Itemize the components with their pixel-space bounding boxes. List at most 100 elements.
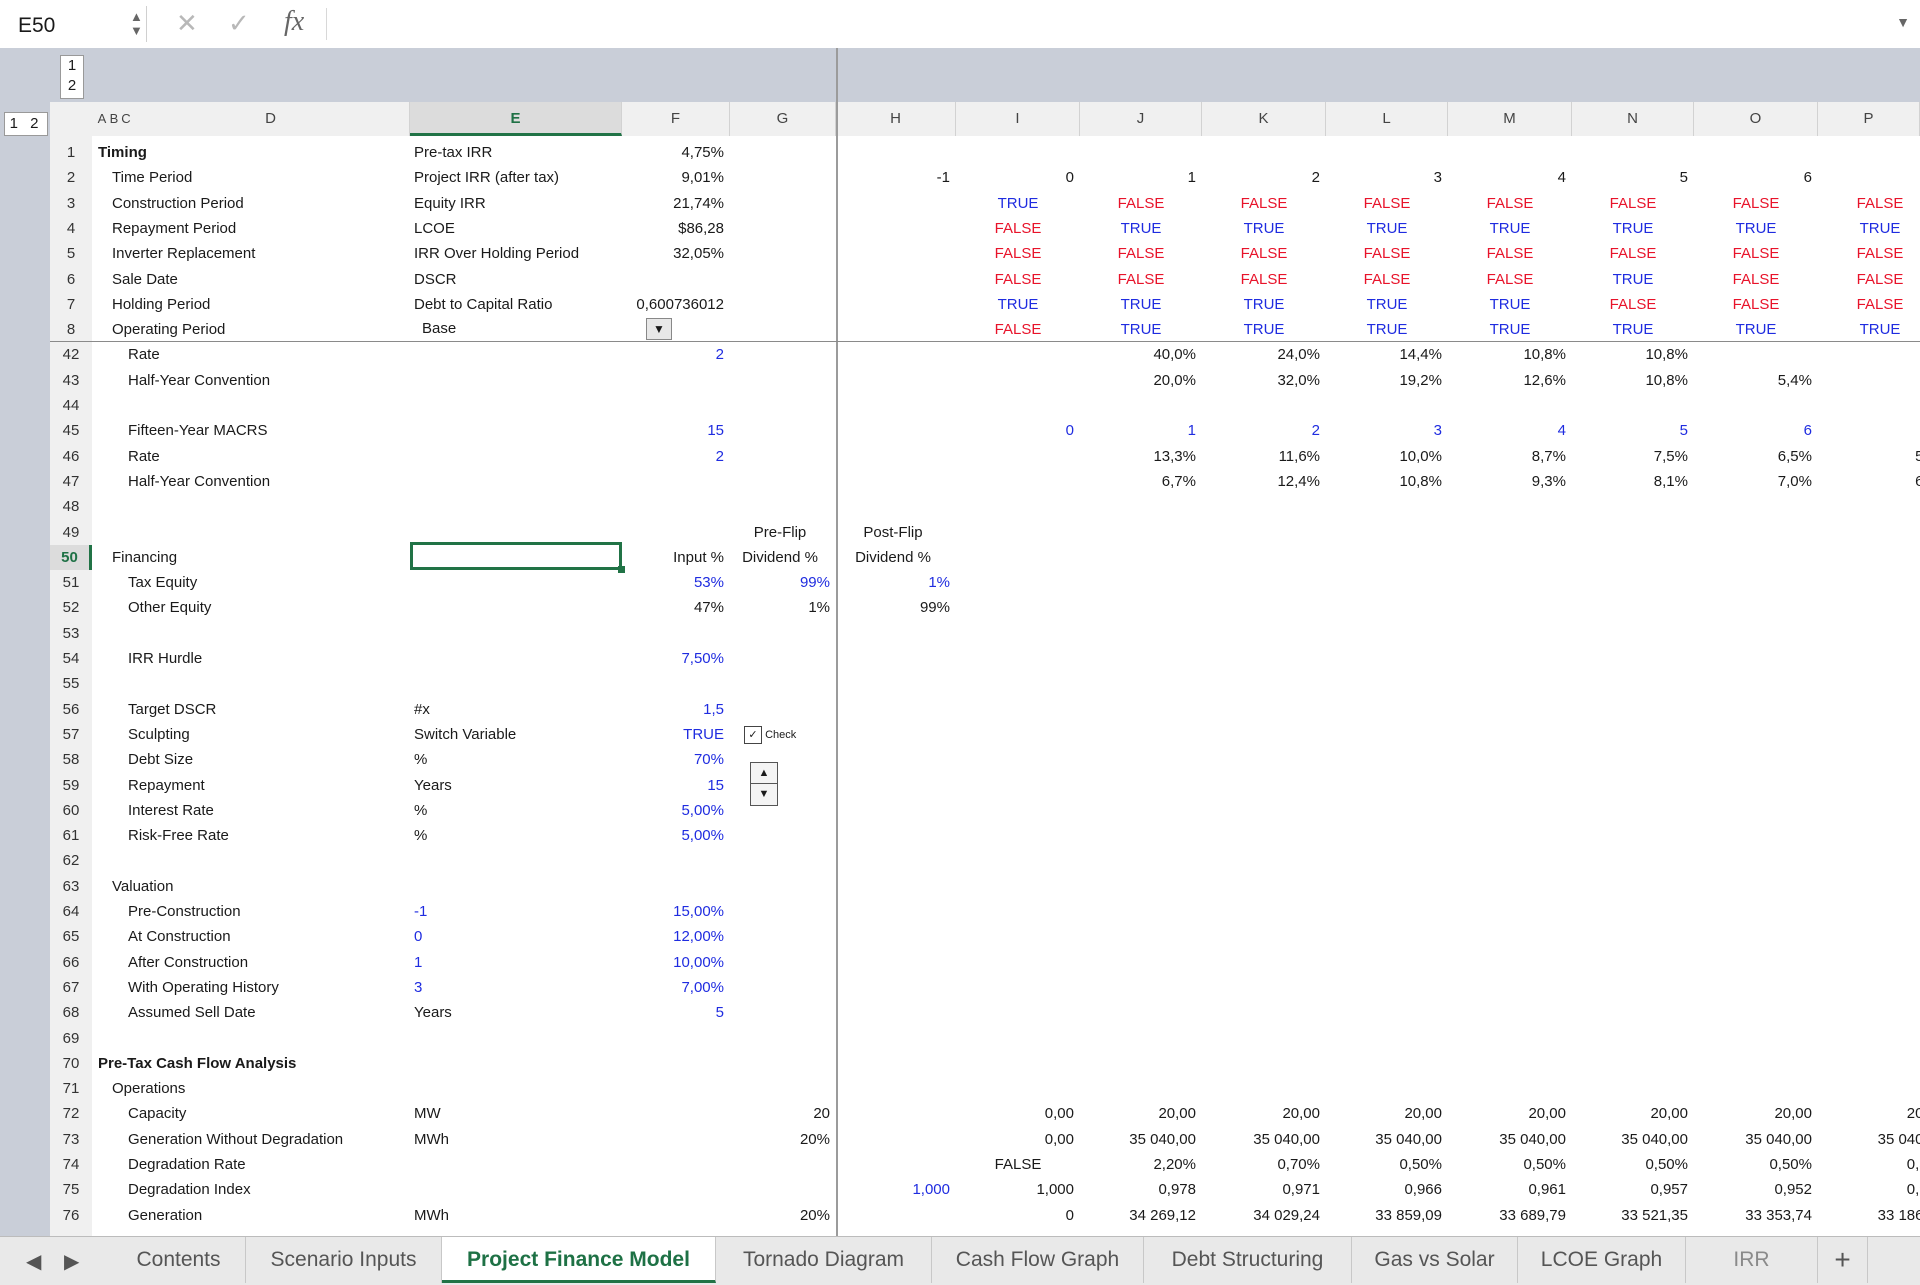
cell-i5[interactable]: FALSE (956, 241, 1080, 266)
cell-o4[interactable]: TRUE (1694, 216, 1818, 241)
sheet-tab-tornado-diagram[interactable]: Tornado Diagram (716, 1237, 932, 1283)
cell-c54[interactable]: IRR Hurdle (128, 646, 202, 671)
scenario-dropdown-value[interactable]: Base (422, 320, 456, 337)
cell-f7[interactable]: 0,600736012 (622, 292, 724, 317)
cell-o2[interactable]: 6 (1694, 165, 1812, 190)
cell-i4[interactable]: FALSE (956, 216, 1080, 241)
spin-up-icon[interactable]: ▲ (751, 763, 777, 784)
cell-n43[interactable]: 10,8% (1572, 368, 1688, 393)
cell-l43[interactable]: 19,2% (1326, 368, 1442, 393)
column-header-b[interactable]: B (108, 102, 120, 136)
cell-m76[interactable]: 33 689,79 (1448, 1203, 1566, 1228)
sheet-tab-scenario-inputs[interactable]: Scenario Inputs (246, 1237, 442, 1283)
cell-f3[interactable]: 21,74% (622, 191, 724, 216)
cell-o7[interactable]: FALSE (1694, 292, 1818, 317)
row-header-44[interactable]: 44 (50, 393, 92, 418)
cell-p76[interactable]: 33 186,5 (1818, 1203, 1920, 1228)
cell-m46[interactable]: 8,7% (1448, 444, 1566, 469)
cell-o47[interactable]: 7,0% (1694, 469, 1812, 494)
cell-h50[interactable]: Dividend % (836, 545, 950, 570)
cell-o45[interactable]: 6 (1694, 418, 1812, 443)
cell-h2[interactable]: -1 (836, 165, 950, 190)
row-header-75[interactable]: 75 (50, 1177, 92, 1202)
cell-n72[interactable]: 20,00 (1572, 1101, 1688, 1126)
cell-l74[interactable]: 0,50% (1326, 1152, 1442, 1177)
cell-c51[interactable]: Tax Equity (128, 570, 197, 595)
name-box[interactable]: E50 ▲ ▼ (2, 6, 147, 42)
cell-f45[interactable]: 15 (622, 418, 724, 443)
cell-b5[interactable]: Inverter Replacement (112, 241, 255, 266)
cell-k43[interactable]: 32,0% (1202, 368, 1320, 393)
cell-n8[interactable]: TRUE (1572, 317, 1694, 342)
column-header-f[interactable]: F (622, 102, 730, 136)
cell-c42[interactable]: Rate (128, 342, 160, 367)
column-header-j[interactable]: J (1080, 102, 1202, 136)
cell-c59[interactable]: Repayment (128, 773, 205, 798)
cell-l46[interactable]: 10,0% (1326, 444, 1442, 469)
column-header-i[interactable]: I (956, 102, 1080, 136)
sheet-tab-debt-structuring[interactable]: Debt Structuring (1144, 1237, 1352, 1283)
cell-m42[interactable]: 10,8% (1448, 342, 1566, 367)
column-header-n[interactable]: N (1572, 102, 1694, 136)
cell-e61[interactable]: % (414, 823, 427, 848)
cell-j6[interactable]: FALSE (1080, 267, 1202, 292)
cell-i45[interactable]: 0 (956, 418, 1074, 443)
cell-m5[interactable]: FALSE (1448, 241, 1572, 266)
add-sheet-plus-icon[interactable]: + (1818, 1237, 1868, 1283)
cell-j75[interactable]: 0,978 (1080, 1177, 1196, 1202)
cell-f50[interactable]: Input % (622, 545, 724, 570)
cell-i73[interactable]: 0,00 (956, 1127, 1074, 1152)
active-cell-E50[interactable] (410, 542, 625, 573)
row-header-59[interactable]: 59 (50, 773, 92, 798)
cell-e76[interactable]: MWh (414, 1203, 449, 1228)
row-header-4[interactable]: 4 (50, 216, 92, 241)
cell-o76[interactable]: 33 353,74 (1694, 1203, 1812, 1228)
cell-j3[interactable]: FALSE (1080, 191, 1202, 216)
cell-k47[interactable]: 12,4% (1202, 469, 1320, 494)
column-header-p[interactable]: P (1818, 102, 1920, 136)
cell-p7[interactable]: FALSE (1818, 292, 1920, 317)
cell-j7[interactable]: TRUE (1080, 292, 1202, 317)
cell-n75[interactable]: 0,957 (1572, 1177, 1688, 1202)
row-header-6[interactable]: 6 (50, 267, 92, 292)
cell-b6[interactable]: Sale Date (112, 267, 178, 292)
cell-o43[interactable]: 5,4% (1694, 368, 1812, 393)
cell-i72[interactable]: 0,00 (956, 1101, 1074, 1126)
row-header-50[interactable]: 50 (50, 544, 92, 570)
cell-e7[interactable]: Debt to Capital Ratio (414, 292, 552, 317)
cell-b4[interactable]: Repayment Period (112, 216, 236, 241)
cell-c45[interactable]: Fifteen-Year MACRS (128, 418, 268, 443)
scenario-dropdown-chevron-down-icon[interactable]: ▼ (646, 318, 672, 340)
cell-c65[interactable]: At Construction (128, 924, 231, 949)
row-header-70[interactable]: 70 (50, 1051, 92, 1076)
cell-i76[interactable]: 0 (956, 1203, 1074, 1228)
cell-h75[interactable]: 1,000 (836, 1177, 950, 1202)
cell-e1[interactable]: Pre-tax IRR (414, 140, 492, 165)
cell-c72[interactable]: Capacity (128, 1101, 186, 1126)
cell-a1[interactable]: Timing (98, 140, 147, 165)
cell-f42[interactable]: 2 (622, 342, 724, 367)
cell-n73[interactable]: 35 040,00 (1572, 1127, 1688, 1152)
cell-i75[interactable]: 1,000 (956, 1177, 1074, 1202)
cell-i7[interactable]: TRUE (956, 292, 1080, 317)
cell-o73[interactable]: 35 040,00 (1694, 1127, 1812, 1152)
cell-n74[interactable]: 0,50% (1572, 1152, 1688, 1177)
cell-c68[interactable]: Assumed Sell Date (128, 1000, 256, 1025)
cell-c60[interactable]: Interest Rate (128, 798, 214, 823)
cell-e4[interactable]: LCOE (414, 216, 455, 241)
cell-c75[interactable]: Degradation Index (128, 1177, 251, 1202)
cell-f66[interactable]: 10,00% (622, 950, 724, 975)
cell-p46[interactable]: 5,7 (1818, 444, 1920, 469)
cell-j5[interactable]: FALSE (1080, 241, 1202, 266)
cell-k4[interactable]: TRUE (1202, 216, 1326, 241)
cell-e66[interactable]: 1 (414, 950, 422, 975)
cell-p73[interactable]: 35 040,0 (1818, 1127, 1920, 1152)
cell-f60[interactable]: 5,00% (622, 798, 724, 823)
cell-m3[interactable]: FALSE (1448, 191, 1572, 216)
cell-b3[interactable]: Construction Period (112, 191, 244, 216)
cell-e2[interactable]: Project IRR (after tax) (414, 165, 559, 190)
cell-b2[interactable]: Time Period (112, 165, 192, 190)
cell-c67[interactable]: With Operating History (128, 975, 279, 1000)
row-header-53[interactable]: 53 (50, 621, 92, 646)
row-header-58[interactable]: 58 (50, 747, 92, 772)
